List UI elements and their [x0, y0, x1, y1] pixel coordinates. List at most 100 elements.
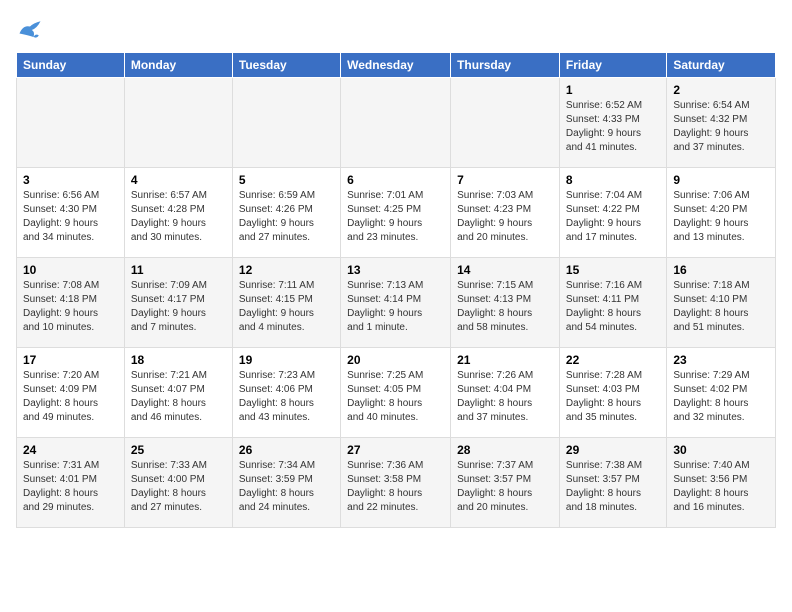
calendar-cell: 20 Sunrise: 7:25 AMSunset: 4:05 PMDayligh…	[341, 348, 451, 438]
calendar-cell: 2Sunrise: 6:54 AMSunset: 4:32 PMDaylight…	[667, 78, 776, 168]
day-info: Sunrise: 7:15 AMSunset: 4:13 PMDaylight:…	[457, 279, 553, 335]
day-number: 1	[566, 83, 660, 97]
calendar-cell: 9 Sunrise: 7:06 AMSunset: 4:20 PMDaylight…	[667, 168, 776, 258]
day-info: Sunrise: 7:03 AMSunset: 4:23 PMDaylight:…	[457, 189, 553, 245]
calendar-cell	[17, 78, 125, 168]
day-info: Sunrise: 7:18 AMSunset: 4:10 PMDaylight:…	[673, 279, 769, 335]
day-info: Sunrise: 7:40 AMSunset: 3:56 PMDaylight:…	[673, 459, 769, 515]
calendar-cell	[124, 78, 232, 168]
day-number: 29	[566, 443, 660, 457]
day-info: Sunrise: 7:31 AMSunset: 4:01 PMDaylight:…	[23, 459, 118, 515]
calendar-cell: 3 Sunrise: 6:56 AMSunset: 4:30 PMDaylight…	[17, 168, 125, 258]
weekday-header: Thursday	[451, 53, 560, 78]
day-info: Sunrise: 7:08 AMSunset: 4:18 PMDaylight:…	[23, 279, 118, 335]
day-number: 16	[673, 263, 769, 277]
calendar-cell: 12 Sunrise: 7:11 AMSunset: 4:15 PMDayligh…	[232, 258, 340, 348]
logo-bird-icon	[16, 16, 44, 44]
calendar-cell: 29 Sunrise: 7:38 AMSunset: 3:57 PMDayligh…	[559, 438, 666, 528]
day-info: Sunrise: 7:37 AMSunset: 3:57 PMDaylight:…	[457, 459, 553, 515]
calendar-cell	[232, 78, 340, 168]
day-number: 21	[457, 353, 553, 367]
weekday-header: Sunday	[17, 53, 125, 78]
day-info: Sunrise: 7:38 AMSunset: 3:57 PMDaylight:…	[566, 459, 660, 515]
calendar-cell: 5Sunrise: 6:59 AMSunset: 4:26 PMDaylight…	[232, 168, 340, 258]
calendar-cell: 22 Sunrise: 7:28 AMSunset: 4:03 PMDayligh…	[559, 348, 666, 438]
day-info: Sunrise: 6:57 AMSunset: 4:28 PMDaylight:…	[131, 189, 226, 245]
day-info: Sunrise: 6:54 AMSunset: 4:32 PMDaylight:…	[673, 99, 769, 155]
day-info: Sunrise: 7:04 AMSunset: 4:22 PMDaylight:…	[566, 189, 660, 245]
day-info: Sunrise: 7:11 AMSunset: 4:15 PMDaylight:…	[239, 279, 334, 335]
calendar-cell: 16 Sunrise: 7:18 AMSunset: 4:10 PMDayligh…	[667, 258, 776, 348]
weekday-header: Wednesday	[341, 53, 451, 78]
day-number: 23	[673, 353, 769, 367]
calendar-cell	[341, 78, 451, 168]
calendar-cell: 14 Sunrise: 7:15 AMSunset: 4:13 PMDayligh…	[451, 258, 560, 348]
calendar-cell: 27 Sunrise: 7:36 AMSunset: 3:58 PMDayligh…	[341, 438, 451, 528]
day-number: 17	[23, 353, 118, 367]
day-number: 22	[566, 353, 660, 367]
calendar-cell: 7Sunrise: 7:03 AMSunset: 4:23 PMDaylight…	[451, 168, 560, 258]
day-number: 27	[347, 443, 444, 457]
page-header	[16, 16, 776, 44]
day-number: 18	[131, 353, 226, 367]
calendar-cell: 13 Sunrise: 7:13 AMSunset: 4:14 PMDayligh…	[341, 258, 451, 348]
calendar-week-row: 3 Sunrise: 6:56 AMSunset: 4:30 PMDaylight…	[17, 168, 776, 258]
day-info: Sunrise: 7:21 AMSunset: 4:07 PMDaylight:…	[131, 369, 226, 425]
calendar-cell: 26 Sunrise: 7:34 AMSunset: 3:59 PMDayligh…	[232, 438, 340, 528]
day-info: Sunrise: 6:56 AMSunset: 4:30 PMDaylight:…	[23, 189, 118, 245]
day-number: 3	[23, 173, 118, 187]
day-number: 4	[131, 173, 226, 187]
weekday-header-row: SundayMondayTuesdayWednesdayThursdayFrid…	[17, 53, 776, 78]
calendar-cell: 23 Sunrise: 7:29 AMSunset: 4:02 PMDayligh…	[667, 348, 776, 438]
weekday-header: Saturday	[667, 53, 776, 78]
day-info: Sunrise: 7:06 AMSunset: 4:20 PMDaylight:…	[673, 189, 769, 245]
day-number: 9	[673, 173, 769, 187]
logo	[16, 16, 48, 44]
day-number: 30	[673, 443, 769, 457]
calendar-cell: 4 Sunrise: 6:57 AMSunset: 4:28 PMDaylight…	[124, 168, 232, 258]
day-info: Sunrise: 7:36 AMSunset: 3:58 PMDaylight:…	[347, 459, 444, 515]
day-number: 15	[566, 263, 660, 277]
day-info: Sunrise: 7:01 AMSunset: 4:25 PMDaylight:…	[347, 189, 444, 245]
calendar-cell: 1Sunrise: 6:52 AMSunset: 4:33 PMDaylight…	[559, 78, 666, 168]
day-info: Sunrise: 7:20 AMSunset: 4:09 PMDaylight:…	[23, 369, 118, 425]
calendar-cell: 11 Sunrise: 7:09 AMSunset: 4:17 PMDayligh…	[124, 258, 232, 348]
calendar-cell: 15Sunrise: 7:16 AMSunset: 4:11 PMDayligh…	[559, 258, 666, 348]
calendar-cell: 10 Sunrise: 7:08 AMSunset: 4:18 PMDayligh…	[17, 258, 125, 348]
calendar-cell: 17 Sunrise: 7:20 AMSunset: 4:09 PMDayligh…	[17, 348, 125, 438]
calendar-cell: 6 Sunrise: 7:01 AMSunset: 4:25 PMDaylight…	[341, 168, 451, 258]
day-info: Sunrise: 7:34 AMSunset: 3:59 PMDaylight:…	[239, 459, 334, 515]
calendar-week-row: 10 Sunrise: 7:08 AMSunset: 4:18 PMDayligh…	[17, 258, 776, 348]
day-number: 20	[347, 353, 444, 367]
day-number: 5	[239, 173, 334, 187]
weekday-header: Monday	[124, 53, 232, 78]
day-number: 25	[131, 443, 226, 457]
day-number: 19	[239, 353, 334, 367]
calendar-cell: 8Sunrise: 7:04 AMSunset: 4:22 PMDaylight…	[559, 168, 666, 258]
day-info: Sunrise: 7:26 AMSunset: 4:04 PMDaylight:…	[457, 369, 553, 425]
day-number: 28	[457, 443, 553, 457]
day-number: 10	[23, 263, 118, 277]
day-number: 13	[347, 263, 444, 277]
calendar-cell: 28 Sunrise: 7:37 AMSunset: 3:57 PMDayligh…	[451, 438, 560, 528]
calendar-week-row: 24 Sunrise: 7:31 AMSunset: 4:01 PMDayligh…	[17, 438, 776, 528]
calendar-week-row: 1Sunrise: 6:52 AMSunset: 4:33 PMDaylight…	[17, 78, 776, 168]
day-info: Sunrise: 7:13 AMSunset: 4:14 PMDaylight:…	[347, 279, 444, 335]
calendar-cell: 19 Sunrise: 7:23 AMSunset: 4:06 PMDayligh…	[232, 348, 340, 438]
calendar-table: SundayMondayTuesdayWednesdayThursdayFrid…	[16, 52, 776, 528]
day-number: 12	[239, 263, 334, 277]
calendar-cell: 24 Sunrise: 7:31 AMSunset: 4:01 PMDayligh…	[17, 438, 125, 528]
day-info: Sunrise: 7:25 AMSunset: 4:05 PMDaylight:…	[347, 369, 444, 425]
calendar-cell: 18 Sunrise: 7:21 AMSunset: 4:07 PMDayligh…	[124, 348, 232, 438]
day-number: 14	[457, 263, 553, 277]
day-info: Sunrise: 7:09 AMSunset: 4:17 PMDaylight:…	[131, 279, 226, 335]
day-info: Sunrise: 7:28 AMSunset: 4:03 PMDaylight:…	[566, 369, 660, 425]
day-number: 6	[347, 173, 444, 187]
day-number: 11	[131, 263, 226, 277]
calendar-cell	[451, 78, 560, 168]
day-info: Sunrise: 7:29 AMSunset: 4:02 PMDaylight:…	[673, 369, 769, 425]
day-number: 26	[239, 443, 334, 457]
day-number: 24	[23, 443, 118, 457]
weekday-header: Tuesday	[232, 53, 340, 78]
day-info: Sunrise: 7:23 AMSunset: 4:06 PMDaylight:…	[239, 369, 334, 425]
